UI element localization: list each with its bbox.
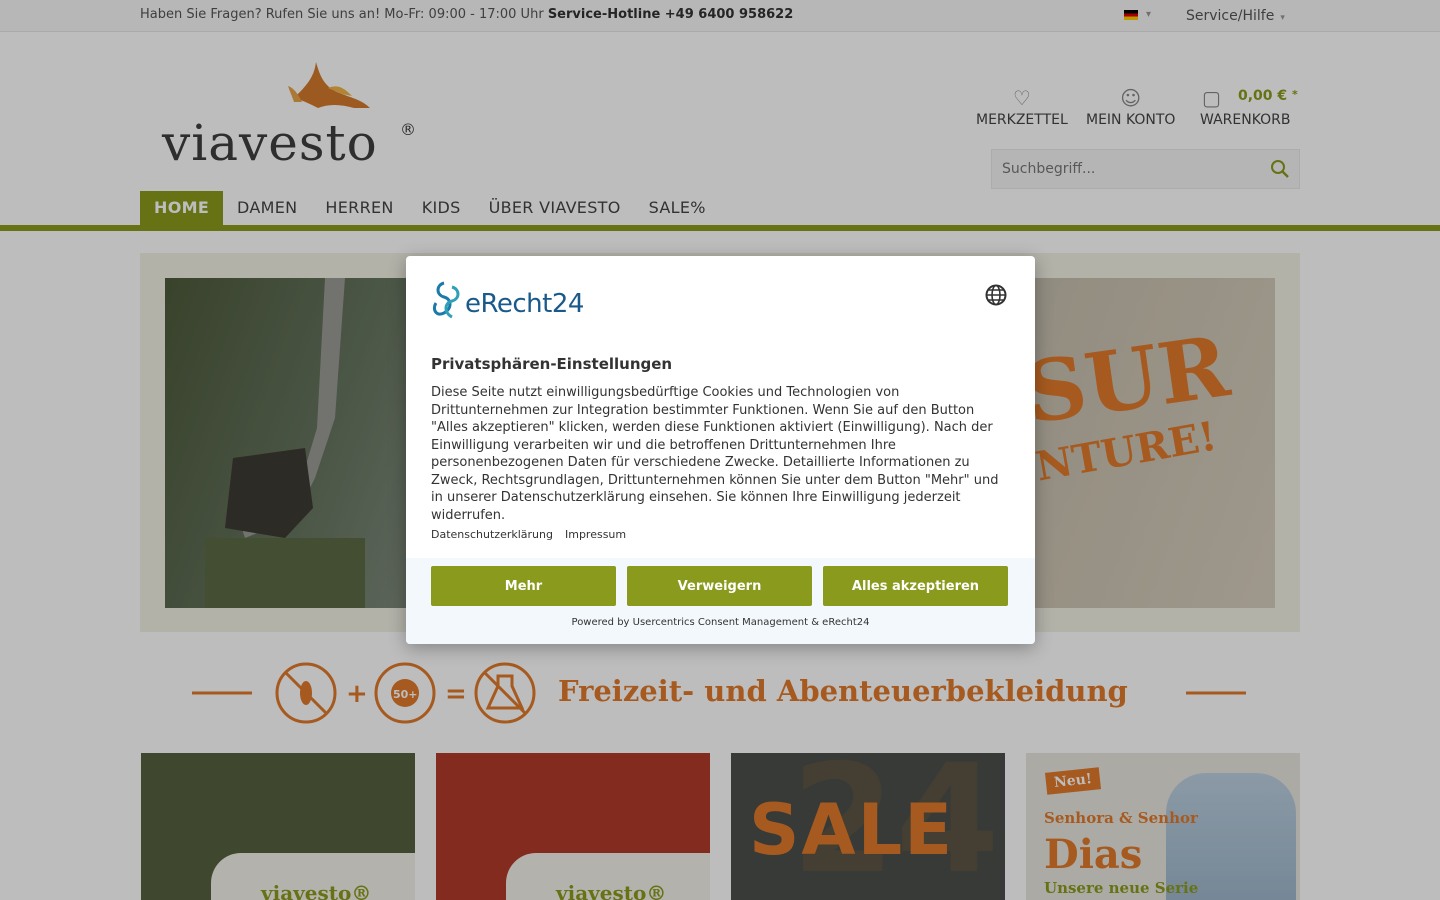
accept-all-button[interactable]: Alles akzeptieren bbox=[823, 566, 1008, 606]
consent-dialog: eRecht24 Privatsphären-Einstellungen Die… bbox=[406, 256, 1035, 644]
consent-footer: Mehr Verweigern Alles akzeptieren Powere… bbox=[406, 558, 1035, 644]
erecht24-wordmark: eRecht24 bbox=[465, 289, 584, 319]
imprint-link[interactable]: Impressum bbox=[565, 528, 626, 541]
erecht24-logo: eRecht24 bbox=[430, 281, 600, 323]
language-globe-icon[interactable] bbox=[984, 283, 1008, 307]
more-button[interactable]: Mehr bbox=[431, 566, 616, 606]
deny-button[interactable]: Verweigern bbox=[627, 566, 812, 606]
consent-body: Diese Seite nutzt einwilligungsbedürftig… bbox=[431, 385, 999, 523]
powered-by-note: Powered by Usercentrics Consent Manageme… bbox=[571, 617, 870, 628]
erecht24-emblem-icon bbox=[432, 281, 460, 319]
privacy-policy-link[interactable]: Datenschutzerklärung bbox=[431, 528, 553, 541]
consent-links: Datenschutzerklärung Impressum bbox=[431, 528, 626, 541]
consent-title: Privatsphären-Einstellungen bbox=[431, 355, 673, 373]
